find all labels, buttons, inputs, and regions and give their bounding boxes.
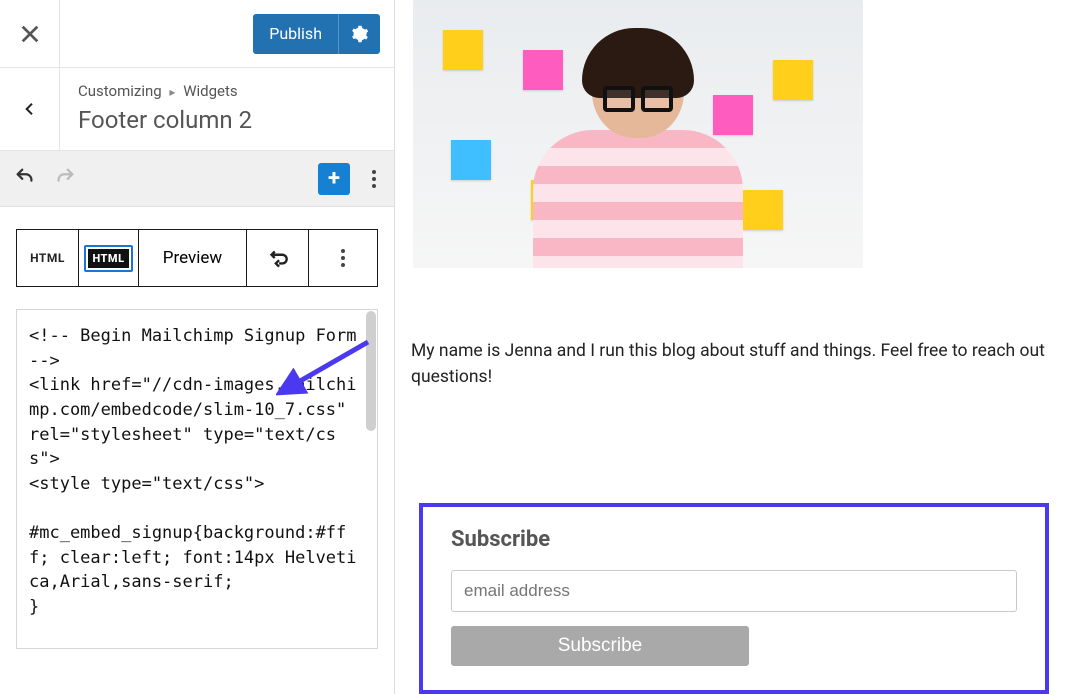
undo-button[interactable] <box>14 166 36 192</box>
block-options-button[interactable] <box>309 230 377 286</box>
publish-settings-button[interactable] <box>338 14 380 54</box>
subscribe-email-input[interactable] <box>451 570 1017 612</box>
html-code-textarea[interactable] <box>16 309 378 649</box>
subscribe-title: Subscribe <box>451 527 1017 552</box>
sticky-note <box>773 60 813 100</box>
close-icon <box>19 23 41 45</box>
block-convert-button[interactable] <box>247 230 309 286</box>
redo-icon <box>54 166 76 188</box>
html-code-block <box>16 309 378 653</box>
author-photo <box>413 0 863 268</box>
plus-icon: + <box>328 166 340 191</box>
publish-label: Publish <box>253 24 338 43</box>
section-title: Footer column 2 <box>78 106 376 134</box>
section-header-text: Customizing ▸ Widgets Footer column 2 <box>60 68 394 150</box>
subscribe-button[interactable]: Subscribe <box>451 626 749 666</box>
sticky-note <box>443 30 483 70</box>
add-block-button[interactable]: + <box>318 163 350 195</box>
publish-area: Publish <box>60 0 394 67</box>
sticky-note <box>743 190 783 230</box>
kebab-icon <box>337 249 349 267</box>
back-button[interactable] <box>0 68 60 150</box>
breadcrumb-root: Customizing <box>78 82 162 100</box>
block-toolbar: HTML HTML Preview <box>16 229 378 287</box>
undo-icon <box>14 166 36 188</box>
breadcrumb: Customizing ▸ Widgets <box>78 82 376 100</box>
gear-icon <box>351 25 369 43</box>
breadcrumb-leaf: Widgets <box>183 82 237 100</box>
section-header: Customizing ▸ Widgets Footer column 2 <box>0 68 394 151</box>
editor-toolbar: + <box>0 151 394 207</box>
html-icon: HTML <box>84 245 132 272</box>
publish-button[interactable]: Publish <box>253 14 380 54</box>
subscribe-widget: Subscribe Subscribe <box>419 503 1049 694</box>
customizer-topbar: Publish <box>0 0 394 68</box>
scrollbar-thumb[interactable] <box>366 311 376 431</box>
customizer-panel: Publish Customizing ▸ Widgets Footer col… <box>0 0 395 694</box>
redo-button <box>54 166 76 192</box>
close-button[interactable] <box>0 0 60 67</box>
block-type-label[interactable]: HTML <box>17 230 79 286</box>
breadcrumb-separator: ▸ <box>169 85 175 99</box>
convert-icon <box>265 245 291 271</box>
person-illustration <box>533 38 743 268</box>
author-bio-text: My name is Jenna and I run this blog abo… <box>411 338 1066 391</box>
editor-options-button[interactable] <box>368 170 380 188</box>
site-preview: My name is Jenna and I run this blog abo… <box>395 0 1066 694</box>
block-preview-tab[interactable]: Preview <box>139 230 247 286</box>
sticky-note <box>451 140 491 180</box>
chevron-left-icon <box>22 101 38 117</box>
block-html-tab[interactable]: HTML <box>79 230 139 286</box>
